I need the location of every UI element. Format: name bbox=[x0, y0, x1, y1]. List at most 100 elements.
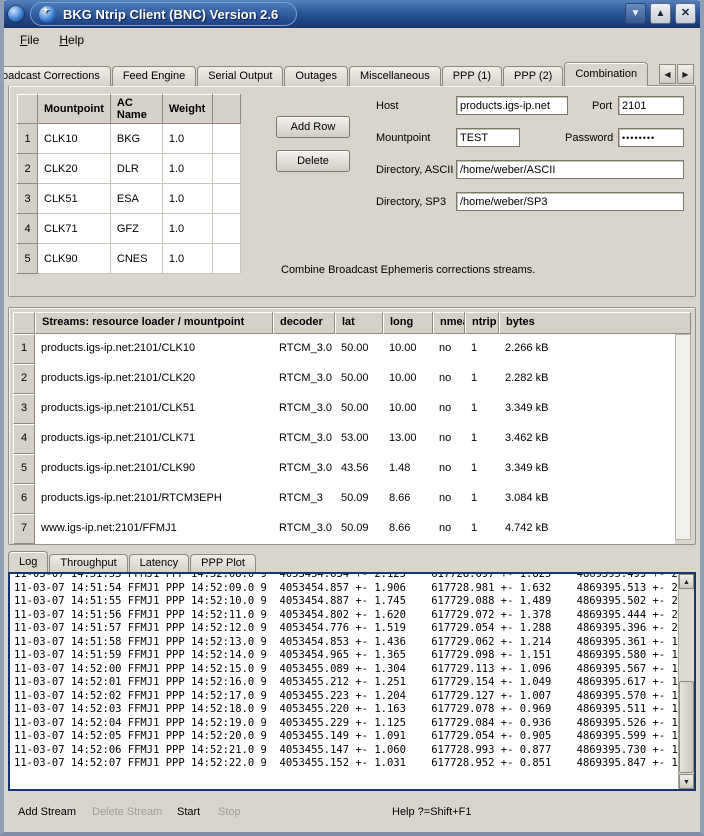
cell-ac-name[interactable]: BKG bbox=[110, 124, 162, 154]
host-input[interactable] bbox=[456, 96, 568, 115]
col-header-nmea: nmea bbox=[433, 312, 465, 334]
maximize-button[interactable]: ▲ bbox=[650, 3, 671, 24]
stream-row[interactable]: 7 www.igs-ip.net:2101/FFMJ1 RTCM_3.0 50.… bbox=[13, 514, 675, 544]
table-row: 3 CLK51 ESA 1.0 bbox=[18, 184, 241, 214]
mountpoint-input[interactable] bbox=[456, 128, 520, 147]
stream-row[interactable]: 3 products.igs-ip.net:2101/CLK51 RTCM_3.… bbox=[13, 394, 675, 424]
tab-scroll-right-icon[interactable]: ▶ bbox=[677, 64, 694, 84]
title-pill: BKG Ntrip Client (BNC) Version 2.6 bbox=[30, 2, 297, 26]
col-header-long: long bbox=[383, 312, 433, 334]
tab-throughput[interactable]: Throughput bbox=[49, 554, 127, 572]
tab-serial-output[interactable]: Serial Output bbox=[197, 66, 283, 86]
cell-mountpoint[interactable]: CLK90 bbox=[38, 244, 111, 274]
stream-ntrip: 1 bbox=[465, 334, 499, 364]
start-button[interactable]: Start bbox=[177, 806, 200, 818]
log-text: 11-03-07 14:51:53 FFMJ1 PPP 14:52:08.0 9… bbox=[10, 572, 694, 771]
col-header-lat: lat bbox=[335, 312, 383, 334]
stream-long: 10.00 bbox=[383, 364, 433, 394]
log-scrollbar[interactable]: ▲ ▼ bbox=[678, 574, 694, 789]
cell-weight[interactable]: 1.0 bbox=[162, 214, 212, 244]
cell-mountpoint[interactable]: CLK71 bbox=[38, 214, 111, 244]
stream-lat: 50.00 bbox=[335, 334, 383, 364]
tab-log[interactable]: Log bbox=[8, 551, 48, 572]
port-input[interactable] bbox=[618, 96, 684, 115]
stream-ntrip: 1 bbox=[465, 364, 499, 394]
table-row: 1 CLK10 BKG 1.0 bbox=[18, 124, 241, 154]
combination-table: Mountpoint AC Name Weight 1 CLK10 BKG 1.… bbox=[17, 94, 241, 274]
directory-sp3-input[interactable] bbox=[456, 192, 684, 211]
add-stream-button[interactable]: Add Stream bbox=[18, 806, 76, 818]
stream-bytes: 4.742 kB bbox=[499, 514, 675, 544]
streams-scrollbar[interactable] bbox=[675, 334, 691, 540]
col-header-mountpoint: Mountpoint bbox=[38, 95, 111, 124]
minimize-button[interactable]: ▼ bbox=[625, 3, 646, 24]
stop-button: Stop bbox=[218, 806, 241, 818]
bottom-toolbar: Add Stream Delete Stream Start Stop Help… bbox=[4, 798, 700, 832]
stream-nmea: no bbox=[433, 514, 465, 544]
directory-ascii-input[interactable] bbox=[456, 160, 684, 179]
cell-weight[interactable]: 1.0 bbox=[162, 124, 212, 154]
menu-file[interactable]: File bbox=[10, 30, 49, 50]
cell-mountpoint[interactable]: CLK20 bbox=[38, 154, 111, 184]
stream-bytes: 2.282 kB bbox=[499, 364, 675, 394]
system-menu-icon[interactable] bbox=[8, 6, 24, 22]
tab-outages[interactable]: Outages bbox=[284, 66, 348, 86]
bnc-window: BKG Ntrip Client (BNC) Version 2.6 ▼ ▲ ✕… bbox=[0, 0, 704, 836]
tab-latency[interactable]: Latency bbox=[129, 554, 190, 572]
cell-ac-name[interactable]: DLR bbox=[110, 154, 162, 184]
tab-scroll-left-icon[interactable]: ◀ bbox=[659, 64, 676, 84]
cell-weight[interactable]: 1.0 bbox=[162, 244, 212, 274]
stream-ntrip: 1 bbox=[465, 424, 499, 454]
streams-rows: 1 products.igs-ip.net:2101/CLK10 RTCM_3.… bbox=[13, 334, 675, 540]
stream-decoder: RTCM_3.0 bbox=[273, 424, 335, 454]
tab-broadcast-corrections[interactable]: Broadcast Corrections bbox=[0, 66, 111, 86]
titlebar: BKG Ntrip Client (BNC) Version 2.6 ▼ ▲ ✕ bbox=[0, 0, 704, 28]
stream-row[interactable]: 4 products.igs-ip.net:2101/CLK71 RTCM_3.… bbox=[13, 424, 675, 454]
tab-combination[interactable]: Combination bbox=[564, 62, 648, 86]
tab-ppp-1[interactable]: PPP (1) bbox=[442, 66, 502, 86]
scroll-up-icon[interactable]: ▲ bbox=[679, 574, 694, 589]
password-input[interactable] bbox=[618, 128, 684, 147]
stream-long: 10.00 bbox=[383, 394, 433, 424]
stream-decoder: RTCM_3.0 bbox=[273, 364, 335, 394]
add-row-button[interactable]: Add Row bbox=[276, 116, 350, 138]
cell-ac-name[interactable]: GFZ bbox=[110, 214, 162, 244]
table-row: 2 CLK20 DLR 1.0 bbox=[18, 154, 241, 184]
tab-ppp-2[interactable]: PPP (2) bbox=[503, 66, 563, 86]
cell-mountpoint[interactable]: CLK10 bbox=[38, 124, 111, 154]
close-button[interactable]: ✕ bbox=[675, 3, 696, 24]
tab-feed-engine[interactable]: Feed Engine bbox=[112, 66, 196, 86]
menu-help[interactable]: Help bbox=[49, 30, 94, 50]
stream-row[interactable]: 2 products.igs-ip.net:2101/CLK20 RTCM_3.… bbox=[13, 364, 675, 394]
stream-nmea: no bbox=[433, 334, 465, 364]
window-title: BKG Ntrip Client (BNC) Version 2.6 bbox=[63, 7, 278, 22]
mountpoint-label: Mountpoint bbox=[376, 132, 430, 144]
stream-long: 8.66 bbox=[383, 484, 433, 514]
help-hint: Help ?=Shift+F1 bbox=[392, 806, 472, 818]
tab-miscellaneous[interactable]: Miscellaneous bbox=[349, 66, 441, 86]
stream-row[interactable]: 5 products.igs-ip.net:2101/CLK90 RTCM_3.… bbox=[13, 454, 675, 484]
stream-row[interactable]: 1 products.igs-ip.net:2101/CLK10 RTCM_3.… bbox=[13, 334, 675, 364]
stream-source: products.igs-ip.net:2101/CLK20 bbox=[35, 364, 273, 394]
col-header-weight: Weight bbox=[162, 95, 212, 124]
stream-row[interactable]: 6 products.igs-ip.net:2101/RTCM3EPH RTCM… bbox=[13, 484, 675, 514]
stream-ntrip: 1 bbox=[465, 454, 499, 484]
stream-ntrip: 1 bbox=[465, 394, 499, 424]
scrollbar-thumb[interactable] bbox=[679, 681, 694, 773]
stream-long: 10.00 bbox=[383, 334, 433, 364]
combination-caption: Combine Broadcast Ephemeris corrections … bbox=[281, 264, 535, 276]
stream-bytes: 3.349 kB bbox=[499, 454, 675, 484]
cell-weight[interactable]: 1.0 bbox=[162, 184, 212, 214]
cell-ac-name[interactable]: CNES bbox=[110, 244, 162, 274]
scroll-down-icon[interactable]: ▼ bbox=[679, 774, 694, 789]
stream-lat: 50.00 bbox=[335, 364, 383, 394]
stream-lat: 43.56 bbox=[335, 454, 383, 484]
cell-ac-name[interactable]: ESA bbox=[110, 184, 162, 214]
stream-long: 8.66 bbox=[383, 514, 433, 544]
log-tab-bar: Log Throughput Latency PPP Plot bbox=[8, 551, 257, 572]
cell-weight[interactable]: 1.0 bbox=[162, 154, 212, 184]
stream-decoder: RTCM_3.0 bbox=[273, 514, 335, 544]
tab-ppp-plot[interactable]: PPP Plot bbox=[190, 554, 256, 572]
delete-button[interactable]: Delete bbox=[276, 150, 350, 172]
cell-mountpoint[interactable]: CLK51 bbox=[38, 184, 111, 214]
